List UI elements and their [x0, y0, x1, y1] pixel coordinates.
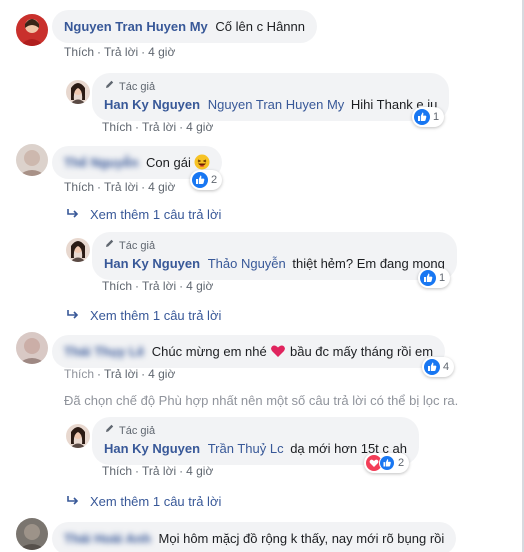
comment-actions: Thích · Trả lời · 4 giờ [102, 279, 214, 293]
comment-actions: Thích · Trả lời · 4 giờ [64, 45, 176, 59]
comment-text: Con gái [146, 155, 191, 170]
reply-link[interactable]: Trả lời [104, 45, 138, 59]
reaction-summary[interactable]: 2 [190, 170, 223, 190]
comment-bubble: Thái Hoài Anh Mọi hôm mặcj đồ rộng k thấ… [52, 522, 457, 552]
timestamp[interactable]: 4 giờ [148, 45, 175, 59]
comment-text: Mọi hôm mặcj đồ rộng k thấy, nay mới rõ … [158, 531, 445, 546]
reply-link[interactable]: Trả lời [104, 180, 138, 194]
reply-link[interactable]: Trả lời [142, 120, 176, 134]
author-badge: Tác giả [104, 238, 445, 253]
reply-link[interactable]: Trả lời [104, 367, 138, 381]
like-link[interactable]: Thích [64, 367, 94, 381]
timestamp[interactable]: 4 giờ [148, 367, 175, 381]
view-more-replies[interactable]: Xem thêm 1 câu trả lời [66, 207, 221, 222]
reply-arrow-icon [66, 494, 80, 509]
comment-text: Chúc mừng em nhé [151, 344, 267, 359]
comment-thread: Nguyen Tran Huyen My Cố lên c Hânnn Thíc… [0, 0, 524, 552]
red-heart-icon [270, 343, 286, 359]
like-link[interactable]: Thích [102, 120, 132, 134]
like-reaction-icon [420, 270, 436, 286]
reply-link[interactable]: Trả lời [142, 279, 176, 293]
comment-text: bầu đc mấy tháng rồi em [289, 344, 434, 359]
reaction-summary[interactable]: 4 [422, 357, 455, 377]
like-reaction-icon [192, 172, 208, 188]
timestamp[interactable]: 4 giờ [148, 180, 175, 194]
view-more-replies[interactable]: Xem thêm 1 câu trả lời [66, 308, 221, 323]
reply-link[interactable]: Trả lời [142, 464, 176, 478]
reply-arrow-icon [66, 207, 80, 222]
reply-bubble: Tác giả Han Ky Nguyen Nguyen Tran Huyen … [92, 73, 450, 121]
pen-icon [104, 79, 115, 94]
mention-link[interactable]: Thảo Nguyễn [208, 256, 286, 271]
comment-author[interactable]: Nguyen Tran Huyen My [64, 19, 208, 34]
timestamp[interactable]: 4 giờ [186, 279, 213, 293]
comment-bubble: Thái Thụy Lê Chúc mừng em nhé bầu đc mấy… [52, 335, 446, 368]
comment-author[interactable]: Thái Thụy Lê [64, 344, 144, 359]
view-more-replies[interactable]: Xem thêm 1 câu trả lời [66, 494, 221, 509]
reaction-summary[interactable]: 1 [412, 107, 445, 127]
reply-arrow-icon [66, 308, 80, 323]
pen-icon [104, 423, 115, 438]
comment-actions: Thích · Trả lời · 4 giờ [102, 120, 214, 134]
like-reaction-icon [379, 455, 395, 471]
like-link[interactable]: Thích [64, 45, 94, 59]
mention-link[interactable]: Nguyen Tran Huyen My [208, 97, 345, 112]
comment-author[interactable]: Han Ky Nguyen [104, 441, 200, 456]
comment-text: Cố lên c Hânnn [215, 19, 305, 34]
avatar[interactable] [16, 14, 48, 46]
like-link[interactable]: Thích [102, 279, 132, 293]
pen-icon [104, 238, 115, 253]
like-link[interactable]: Thích [64, 180, 94, 194]
author-badge: Tác giả [104, 79, 437, 94]
reaction-summary[interactable]: 1 [418, 268, 451, 288]
comment-actions: Thích · Trả lời · 4 giờ [64, 180, 176, 194]
reaction-summary[interactable]: 2 [364, 453, 410, 473]
author-badge: Tác giả [104, 423, 407, 438]
timestamp[interactable]: 4 giờ [186, 464, 213, 478]
avatar[interactable] [66, 80, 90, 104]
timestamp[interactable]: 4 giờ [186, 120, 213, 134]
like-link[interactable]: Thích [102, 464, 132, 478]
reply-bubble: Tác giả Han Ky Nguyen Thảo Nguyễn thiệt … [92, 232, 457, 280]
comment-bubble: Nguyen Tran Huyen My Cố lên c Hânnn [52, 10, 317, 43]
comment-author[interactable]: Thế Nguyễn [64, 155, 138, 170]
comment-actions: Thích · Trả lời · 4 giờ [64, 367, 176, 381]
avatar[interactable] [16, 144, 48, 176]
avatar[interactable] [66, 238, 90, 262]
laughing-face-icon [194, 154, 210, 170]
mention-link[interactable]: Trần Thuỷ Lc [208, 441, 284, 456]
avatar[interactable] [16, 518, 48, 550]
like-reaction-icon [424, 359, 440, 375]
comment-author[interactable]: Han Ky Nguyen [104, 256, 200, 271]
like-reaction-icon [414, 109, 430, 125]
comment-author[interactable]: Thái Hoài Anh [64, 531, 151, 546]
comment-author[interactable]: Han Ky Nguyen [104, 97, 200, 112]
filter-notice: Đã chọn chế độ Phù hợp nhất nên một số c… [64, 393, 459, 408]
avatar[interactable] [16, 332, 48, 364]
avatar[interactable] [66, 424, 90, 448]
comment-actions: Thích · Trả lời · 4 giờ [102, 464, 214, 478]
